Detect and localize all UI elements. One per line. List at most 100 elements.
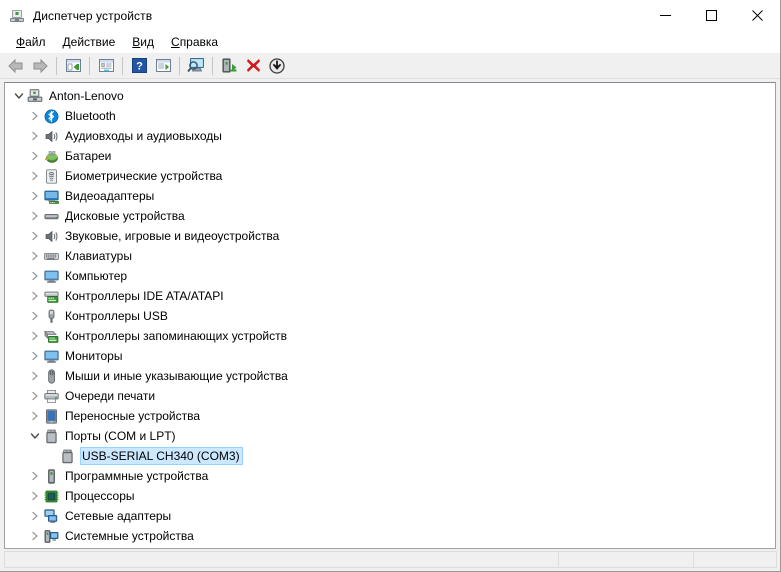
chevron-right-icon[interactable] xyxy=(27,286,43,306)
tree-item-mice-and-pointing-devices[interactable]: Мыши и иные указывающие устройства xyxy=(5,366,775,386)
tree-item-ide-ata-atapi-controllers[interactable]: Контроллеры IDE ATA/ATAPI xyxy=(5,286,775,306)
uninstall-device-icon[interactable] xyxy=(241,54,265,78)
printer-icon xyxy=(43,388,59,404)
chevron-right-icon[interactable] xyxy=(27,306,43,326)
toolbar-separator xyxy=(212,56,213,75)
tree-item-label: Контроллеры USB xyxy=(65,309,168,323)
computer-icon xyxy=(27,88,43,104)
tree-item-ports-com-lpt[interactable]: Порты (COM и LPT) xyxy=(5,426,775,446)
tree-item-print-queues[interactable]: Очереди печати xyxy=(5,386,775,406)
toolbar-separator xyxy=(89,56,90,75)
chevron-down-icon[interactable] xyxy=(27,426,43,446)
chevron-right-icon[interactable] xyxy=(27,486,43,506)
properties-icon[interactable] xyxy=(94,54,118,78)
tree-item-bluetooth[interactable]: Bluetooth xyxy=(5,106,775,126)
chevron-right-icon[interactable] xyxy=(27,106,43,126)
chevron-right-icon[interactable] xyxy=(27,366,43,386)
tree-item-audio-inputs-outputs[interactable]: Аудиовходы и аудиовыходы xyxy=(5,126,775,146)
minimize-button[interactable] xyxy=(642,1,688,31)
chevron-right-icon[interactable] xyxy=(27,326,43,346)
menu-help[interactable]: Справка xyxy=(163,32,227,52)
tree-item-label: Порты (COM и LPT) xyxy=(65,429,176,443)
tree-item-network-adapters[interactable]: Сетевые адаптеры xyxy=(5,506,775,526)
tree-item-processors[interactable]: Процессоры xyxy=(5,486,775,506)
chevron-right-icon[interactable] xyxy=(27,466,43,486)
forward-icon[interactable] xyxy=(28,54,52,78)
chevron-right-icon[interactable] xyxy=(27,386,43,406)
tree-item-keyboards[interactable]: Клавиатуры xyxy=(5,246,775,266)
tree-item-label: Дисковые устройства xyxy=(65,209,185,223)
up-one-level-icon[interactable] xyxy=(61,54,85,78)
tree-item-label: Мыши и иные указывающие устройства xyxy=(65,369,288,383)
back-icon[interactable] xyxy=(4,54,28,78)
menu-help-accesskey: С xyxy=(171,35,180,49)
tree-item-label: Системные устройства xyxy=(65,529,194,543)
close-button[interactable] xyxy=(734,1,780,31)
chevron-right-icon[interactable] xyxy=(27,406,43,426)
help-icon[interactable]: ? xyxy=(127,54,151,78)
update-driver-icon[interactable] xyxy=(217,54,241,78)
disk-drive-icon xyxy=(43,208,59,224)
bluetooth-icon xyxy=(43,108,59,124)
monitor-icon xyxy=(43,348,59,364)
chevron-right-icon[interactable] xyxy=(27,246,43,266)
menu-view[interactable]: Вид xyxy=(124,32,163,52)
tree-item-label: Звуковые, игровые и видеоустройства xyxy=(65,229,280,243)
tree-item-label: Мониторы xyxy=(65,349,123,363)
tree-item-display-adapters[interactable]: Видеоадаптеры xyxy=(5,186,775,206)
chevron-right-icon[interactable] xyxy=(27,266,43,286)
tree-item-sound-video-game-controllers[interactable]: Звуковые, игровые и видеоустройства xyxy=(5,226,775,246)
chevron-right-icon[interactable] xyxy=(27,206,43,226)
chevron-right-icon[interactable] xyxy=(27,526,43,546)
tree-item-label: Anton-Lenovo xyxy=(49,89,124,103)
keyboard-icon xyxy=(43,248,59,264)
tree-item-monitors[interactable]: Мониторы xyxy=(5,346,775,366)
mouse-icon xyxy=(43,368,59,384)
toolbar-separator xyxy=(56,56,57,75)
device-tree[interactable]: Anton-Lenovo Bluetooth Аудиовходы и ауди… xyxy=(4,82,776,549)
chevron-right-icon[interactable] xyxy=(27,346,43,366)
monitor-icon xyxy=(43,268,59,284)
menu-action-rest: ействие xyxy=(70,35,116,49)
window-title: Диспетчер устройств xyxy=(33,8,153,23)
tree-item-disk-drives[interactable]: Дисковые устройства xyxy=(5,206,775,226)
tree-item-portable-devices[interactable]: Переносные устройства xyxy=(5,406,775,426)
tree-item-biometric-devices[interactable]: Биометрические устройства xyxy=(5,166,775,186)
chevron-right-icon[interactable] xyxy=(27,506,43,526)
chevron-right-icon[interactable] xyxy=(27,186,43,206)
show-hidden-devices-icon[interactable] xyxy=(151,54,175,78)
status-pane-2 xyxy=(558,551,693,568)
chevron-right-icon[interactable] xyxy=(27,126,43,146)
port-icon xyxy=(59,448,75,464)
title-bar-left: Диспетчер устройств xyxy=(0,8,642,24)
tree-item-computer[interactable]: Компьютер xyxy=(5,266,775,286)
tree-item-software-devices[interactable]: Программные устройства xyxy=(5,466,775,486)
tree-item-storage-controllers[interactable]: Контроллеры запоминающих устройств xyxy=(5,326,775,346)
disable-device-icon[interactable] xyxy=(265,54,289,78)
tree-item-label: Аудиовходы и аудиовыходы xyxy=(65,129,222,143)
menu-action[interactable]: Действие xyxy=(55,32,125,52)
chevron-right-icon[interactable] xyxy=(27,166,43,186)
tree-item-anton-lenovo[interactable]: Anton-Lenovo xyxy=(5,86,775,106)
system-device-icon xyxy=(43,528,59,544)
chevron-down-icon[interactable] xyxy=(11,86,27,106)
menu-file-rest: айл xyxy=(25,35,46,49)
maximize-button[interactable] xyxy=(688,1,734,31)
chevron-right-icon[interactable] xyxy=(27,226,43,246)
menu-file[interactable]: Файл xyxy=(8,32,55,52)
tree-item-usb-serial-ch340-com3[interactable]: USB-SERIAL CH340 (COM3) xyxy=(5,446,775,466)
battery-icon xyxy=(43,148,59,164)
speaker-icon xyxy=(43,128,59,144)
tree-item-label: Компьютер xyxy=(65,269,128,283)
toolbar: ? xyxy=(0,53,780,79)
svg-text:?: ? xyxy=(136,61,143,73)
tree-item-label: Видеоадаптеры xyxy=(65,189,155,203)
tree-item-system-devices[interactable]: Системные устройства xyxy=(5,526,775,546)
scan-for-hardware-changes-icon[interactable] xyxy=(184,54,208,78)
tree-item-label: Контроллеры запоминающих устройств xyxy=(65,329,287,343)
tree-item-batteries[interactable]: Батареи xyxy=(5,146,775,166)
chevron-right-icon[interactable] xyxy=(27,146,43,166)
tree-item-label: Батареи xyxy=(65,149,112,163)
tree-item-usb-controllers[interactable]: Контроллеры USB xyxy=(5,306,775,326)
display-adapter-icon xyxy=(43,188,59,204)
